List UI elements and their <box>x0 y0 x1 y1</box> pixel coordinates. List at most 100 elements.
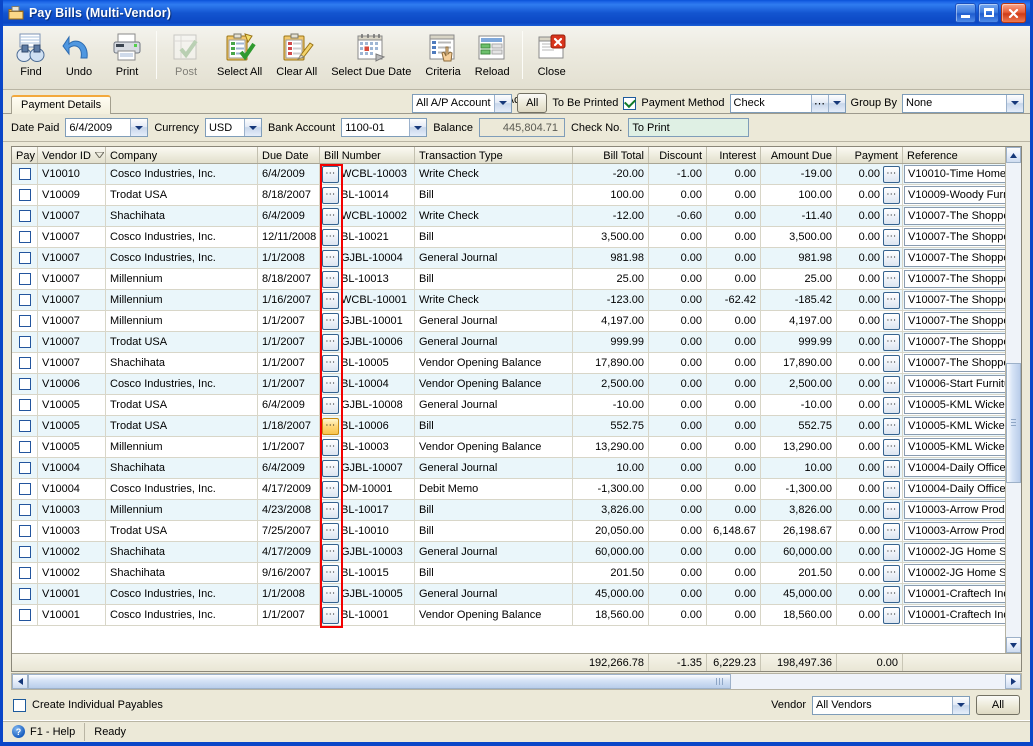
bill-number-lookup-button[interactable]: ⋯ <box>322 375 339 393</box>
payment-lookup-button[interactable]: ⋯ <box>883 375 900 393</box>
toolbar-find-button[interactable]: Find <box>7 29 55 87</box>
bill-number-lookup-button[interactable]: ⋯ <box>322 249 339 267</box>
scroll-up-icon[interactable] <box>1006 147 1021 163</box>
reference-select[interactable]: V10005-KML Wicker & Ra <box>904 396 1021 414</box>
payment-lookup-button[interactable]: ⋯ <box>883 585 900 603</box>
table-row[interactable]: V10007 Trodat USA 1/1/2007 ⋯ GJBL-10006 Gener… <box>12 332 1021 353</box>
pay-checkbox[interactable] <box>18 273 31 285</box>
reference-select[interactable]: V10005-KML Wicker & Ra <box>904 438 1021 456</box>
payment-method-lookup-icon[interactable]: ⋯ <box>810 94 828 112</box>
payment-lookup-button[interactable]: ⋯ <box>883 291 900 309</box>
payment-lookup-button[interactable]: ⋯ <box>883 480 900 498</box>
bill-number-lookup-button[interactable]: ⋯ <box>322 438 339 456</box>
table-row[interactable]: V10007 Cosco Industries, Inc. 12/11/2008 ⋯ B… <box>12 227 1021 248</box>
payment-lookup-button[interactable]: ⋯ <box>883 228 900 246</box>
table-row[interactable]: V10007 Shachihata 6/4/2009 ⋯ WCBL-10002 Write… <box>12 206 1021 227</box>
payment-lookup-button[interactable]: ⋯ <box>883 438 900 456</box>
pay-checkbox[interactable] <box>18 210 31 222</box>
reference-select[interactable]: V10002-JG Home Supplie <box>904 564 1021 582</box>
reference-select[interactable]: V10004-Daily Office Prod <box>904 459 1021 477</box>
column-header-amount[interactable]: Amount Due <box>761 147 837 163</box>
grid-body[interactable]: V10010 Cosco Industries, Inc. 6/4/2009 ⋯ WCB… <box>12 164 1021 653</box>
pay-checkbox[interactable] <box>18 420 31 432</box>
bill-number-lookup-button[interactable]: ⋯ <box>322 543 339 561</box>
toolbar-select-due-date-button[interactable]: Select Due Date <box>324 29 418 87</box>
maximize-button[interactable] <box>978 3 999 23</box>
ap-account-select[interactable]: All A/P Account <box>412 93 513 113</box>
pay-checkbox[interactable] <box>18 525 31 537</box>
payment-lookup-button[interactable]: ⋯ <box>883 165 900 183</box>
column-header-discount[interactable]: Discount <box>649 147 707 163</box>
h-scroll-track[interactable] <box>28 674 1005 689</box>
chevron-down-icon[interactable] <box>494 94 512 112</box>
reference-select[interactable]: V10007-The Shoppe <box>904 228 1021 246</box>
bill-number-lookup-button[interactable]: ⋯ <box>322 312 339 330</box>
toolbar-undo-button[interactable]: Undo <box>55 29 103 87</box>
payment-lookup-button[interactable]: ⋯ <box>883 564 900 582</box>
payment-lookup-button[interactable]: ⋯ <box>883 522 900 540</box>
payment-lookup-button[interactable]: ⋯ <box>883 354 900 372</box>
pay-checkbox[interactable] <box>18 588 31 600</box>
reference-select[interactable]: V10007-The Shoppe <box>904 312 1021 330</box>
check-no-input[interactable]: To Print <box>628 118 750 137</box>
payment-lookup-button[interactable]: ⋯ <box>883 459 900 477</box>
bank-account-select[interactable]: 1100-01 <box>341 118 428 137</box>
payment-lookup-button[interactable]: ⋯ <box>883 501 900 519</box>
table-row[interactable]: V10007 Millennium 1/16/2007 ⋯ WCBL-10001 Writ… <box>12 290 1021 311</box>
pay-checkbox[interactable] <box>18 399 31 411</box>
currency-select[interactable]: USD <box>204 118 262 137</box>
bill-number-lookup-button[interactable]: ⋯ <box>322 207 339 225</box>
vendor-all-button[interactable]: All <box>976 695 1020 715</box>
scroll-down-icon[interactable] <box>1006 637 1021 653</box>
column-header-bill[interactable]: Bill Number <box>320 147 415 163</box>
payment-method-select[interactable]: Check ⋯ <box>729 93 846 113</box>
bill-number-lookup-button[interactable]: ⋯ <box>322 585 339 603</box>
reference-select[interactable]: V10007-The Shoppe <box>904 291 1021 309</box>
pay-checkbox[interactable] <box>18 357 31 369</box>
reference-select[interactable]: V10006-Start Furniture <box>904 375 1021 393</box>
payment-lookup-button[interactable]: ⋯ <box>883 186 900 204</box>
toolbar-criteria-button[interactable]: Criteria <box>418 29 467 87</box>
column-header-payment[interactable]: Payment <box>837 147 903 163</box>
chevron-down-icon[interactable] <box>1006 94 1023 112</box>
table-row[interactable]: V10002 Shachihata 4/17/2009 ⋯ GJBL-10003 Gene… <box>12 542 1021 563</box>
reference-select[interactable]: V10007-The Shoppe <box>904 249 1021 267</box>
table-row[interactable]: V10005 Trodat USA 1/18/2007 ⋯ BL-10006 Bill 55… <box>12 416 1021 437</box>
chevron-down-icon[interactable] <box>243 119 261 136</box>
chevron-down-icon[interactable] <box>409 119 427 136</box>
bill-number-lookup-button[interactable]: ⋯ <box>322 333 339 351</box>
pay-checkbox[interactable] <box>18 336 31 348</box>
pay-checkbox[interactable] <box>18 294 31 306</box>
payment-lookup-button[interactable]: ⋯ <box>883 543 900 561</box>
pay-checkbox[interactable] <box>18 252 31 264</box>
chevron-down-icon[interactable] <box>827 94 845 112</box>
payment-lookup-button[interactable]: ⋯ <box>883 270 900 288</box>
table-row[interactable]: V10007 Millennium 8/18/2007 ⋯ BL-10013 Bill 25… <box>12 269 1021 290</box>
pay-checkbox[interactable] <box>18 609 31 621</box>
create-individual-payables-checkbox[interactable] <box>13 698 26 712</box>
scroll-thumb[interactable] <box>1006 363 1021 483</box>
reference-select[interactable]: V10009-Woody Furniture <box>904 186 1021 204</box>
bill-number-lookup-button[interactable]: ⋯ <box>322 480 339 498</box>
pay-checkbox[interactable] <box>18 441 31 453</box>
reference-select[interactable]: V10007-The Shoppe <box>904 333 1021 351</box>
table-row[interactable]: V10005 Millennium 1/1/2007 ⋯ BL-10003 Vendor … <box>12 437 1021 458</box>
bill-number-lookup-button[interactable]: ⋯ <box>322 228 339 246</box>
table-row[interactable]: V10004 Cosco Industries, Inc. 4/17/2009 ⋯ DM… <box>12 479 1021 500</box>
bill-number-lookup-button[interactable]: ⋯ <box>322 522 339 540</box>
reference-select[interactable]: V10001-Craftech Industr <box>904 606 1021 624</box>
pay-checkbox[interactable] <box>18 231 31 243</box>
date-paid-input[interactable]: 6/4/2009 <box>65 118 149 137</box>
pay-checkbox[interactable] <box>18 462 31 474</box>
h-scroll-thumb[interactable] <box>28 674 732 689</box>
scroll-left-icon[interactable] <box>12 674 28 689</box>
minimize-button[interactable] <box>955 3 976 23</box>
column-header-interest[interactable]: Interest <box>707 147 761 163</box>
reference-select[interactable]: V10010-Time Home Depo <box>904 165 1021 183</box>
bill-number-lookup-button[interactable]: ⋯ <box>322 501 339 519</box>
grid-vertical-scrollbar[interactable] <box>1005 147 1021 653</box>
table-row[interactable]: V10005 Trodat USA 6/4/2009 ⋯ GJBL-10008 Gener… <box>12 395 1021 416</box>
toolbar-close-button[interactable]: Close <box>528 29 576 87</box>
reference-select[interactable]: V10007-The Shoppe <box>904 354 1021 372</box>
payment-lookup-button[interactable]: ⋯ <box>883 396 900 414</box>
